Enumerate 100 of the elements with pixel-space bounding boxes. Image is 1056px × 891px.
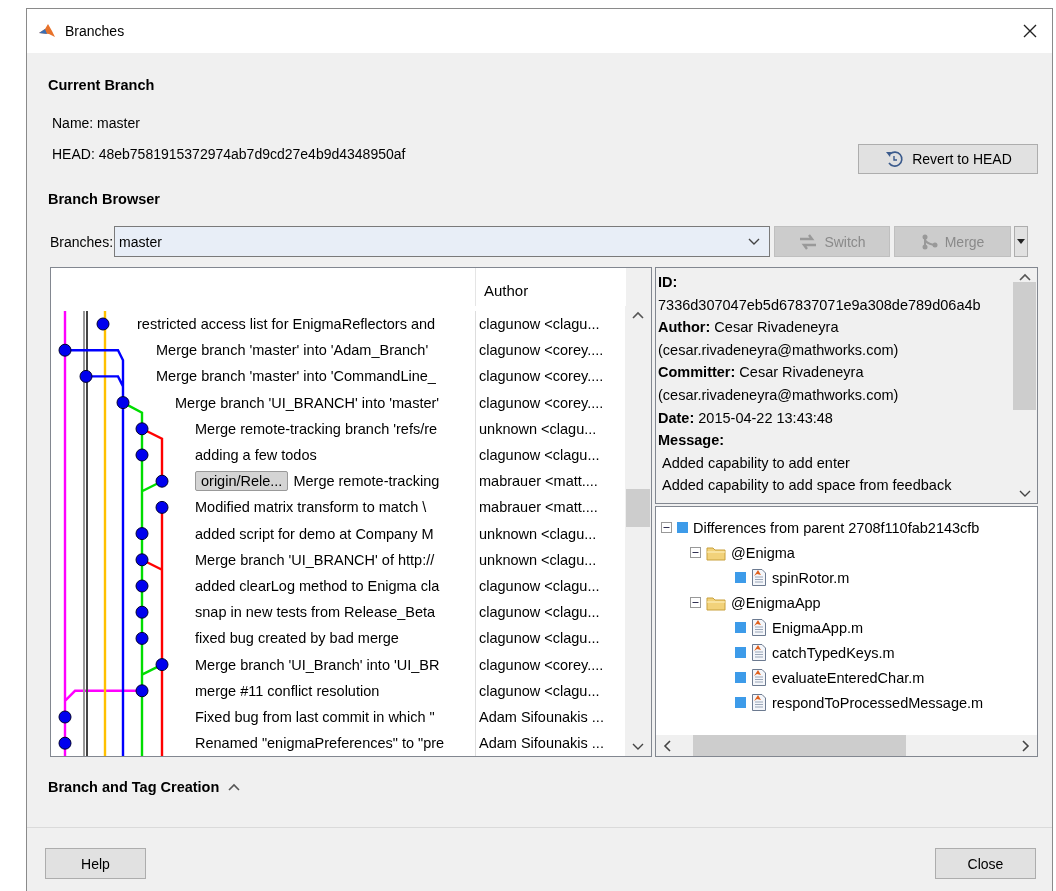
- app-logo-icon: [38, 22, 56, 40]
- close-button[interactable]: Close: [935, 848, 1036, 879]
- branch-tag: origin/Rele...: [195, 471, 289, 492]
- commit-dot: [58, 710, 72, 724]
- file-icon: [751, 643, 767, 662]
- revert-button[interactable]: Revert to HEAD: [858, 144, 1038, 174]
- branches-dropdown[interactable]: master: [114, 226, 771, 257]
- commit-message: added clearLog method to Enigma cla: [195, 577, 440, 594]
- commit-message: Merge remote-tracking branch 'refs/re: [195, 420, 438, 437]
- commit-message: added script for demo at Company M: [195, 525, 434, 542]
- detail-line: (cesar.rivadeneyra@mathworks.com): [658, 385, 900, 405]
- tree-item[interactable]: EnigmaApp.m: [772, 619, 864, 636]
- window-title: Branches: [65, 23, 126, 39]
- field-label: Message:: [658, 431, 726, 451]
- dropdown-button[interactable]: [1014, 226, 1029, 257]
- commit-message-line: Added capability to add space from feedback: [661, 476, 953, 496]
- status-square-icon: [735, 572, 746, 583]
- commit-message: Renamed "enigmaPreferences" to "pre: [195, 735, 445, 752]
- detail-line: (cesar.rivadeneyra@mathworks.com): [658, 340, 900, 360]
- commit-message: Merge branch 'master' into 'CommandLine_: [156, 368, 436, 385]
- commit-dot: [79, 369, 93, 383]
- commit-dot: [135, 527, 149, 541]
- commit-dot: [135, 553, 149, 567]
- commit-message: fixed bug created by bad merge: [195, 630, 399, 647]
- commit-dot: [135, 448, 149, 462]
- scroll-down-icon[interactable]: [1017, 489, 1032, 499]
- detail-line: Committer: Cesar Rivadeneyra: [658, 363, 865, 383]
- tree-item[interactable]: @Enigma: [731, 544, 795, 561]
- collapse-icon[interactable]: [690, 597, 701, 608]
- file-icon: [751, 668, 767, 687]
- commit-message: merge #11 conflict resolution: [195, 682, 380, 699]
- file-icon: [751, 618, 767, 637]
- commit-message: Merge branch 'UI_Branch' into 'UI_BR: [195, 656, 440, 673]
- vertical-scrollbar[interactable]: [625, 306, 651, 756]
- commit-message: restricted access list for EnigmaReflectors and: [137, 316, 436, 333]
- collapse-icon[interactable]: [661, 522, 672, 533]
- caret-icon: [1017, 238, 1026, 245]
- status-square-icon: [735, 622, 746, 633]
- commit-dot: [58, 736, 72, 750]
- status-square-icon: [677, 522, 688, 533]
- tree-item[interactable]: catchTypedKeys.m: [772, 644, 895, 661]
- chevron-down-icon: [747, 236, 762, 247]
- branch-name: Name: master: [51, 114, 141, 133]
- help-button[interactable]: Help: [45, 848, 146, 879]
- close-icon[interactable]: [1022, 23, 1038, 39]
- commit-dot: [155, 658, 169, 672]
- file-icon: [751, 568, 767, 587]
- commit-message: Merge branch 'UI_BRANCH' of http://: [195, 551, 435, 568]
- tree-item[interactable]: respondToProcessedMessage.m: [772, 694, 984, 711]
- status-square-icon: [735, 697, 746, 708]
- horizontal-scrollbar[interactable]: [656, 735, 1037, 756]
- commit-dot: [135, 684, 149, 698]
- commit-dot: [116, 396, 130, 410]
- commit-message: Fixed bug from last commit in which ": [195, 708, 435, 725]
- section-heading: Branch Browser: [48, 190, 161, 209]
- commit-message: Merge branch 'master' into 'Adam_Branch': [156, 342, 429, 359]
- commit-message: Merge remote-tracking: [293, 473, 440, 490]
- detail-line: Author: Cesar Rivadeneyra: [658, 318, 840, 338]
- commit-message-line: Added capability to add enter: [661, 453, 851, 473]
- detail-line: 7336d307047eb5d67837071e9a308de789d06a4b: [658, 295, 982, 315]
- commit-dot: [58, 343, 72, 357]
- tree-item[interactable]: Differences from parent 2708f110fab2143cfb: [693, 519, 980, 536]
- merge-icon: [920, 233, 939, 250]
- chevron-up-icon[interactable]: [227, 782, 242, 792]
- section-heading[interactable]: Branch and Tag Creation: [48, 777, 220, 797]
- section-heading: Current Branch: [48, 76, 156, 95]
- field-label: Branches:: [50, 233, 114, 250]
- commit-message: snap in new tests from Release_Beta: [195, 604, 436, 621]
- scroll-left-icon[interactable]: [662, 738, 672, 753]
- tree-item[interactable]: evaluateEnteredChar.m: [772, 669, 925, 686]
- swap-arrows-icon: [798, 233, 819, 250]
- file-icon: [751, 693, 767, 712]
- collapse-icon[interactable]: [690, 547, 701, 558]
- status-square-icon: [735, 672, 746, 683]
- tree-item[interactable]: @EnigmaApp: [731, 594, 821, 611]
- tree-item[interactable]: spinRotor.m: [772, 569, 850, 586]
- scrollbar-thumb[interactable]: [693, 735, 906, 756]
- scroll-up-icon[interactable]: [1017, 272, 1032, 282]
- commit-dot: [96, 317, 110, 331]
- head-commit: HEAD: 48eb7581915372974ab7d9cd27e4b9d4348950af: [51, 145, 406, 164]
- commit-message: adding a few todos: [195, 447, 317, 464]
- detail-line: Date: 2015-04-22 13:43:48: [658, 408, 834, 428]
- folder-icon: [706, 594, 726, 611]
- scroll-down-icon[interactable]: [631, 742, 645, 752]
- commit-dot: [135, 605, 149, 619]
- header-corner: [626, 268, 651, 306]
- status-square-icon: [735, 647, 746, 658]
- commit-dot: [135, 631, 149, 645]
- commit-dot: [155, 500, 169, 514]
- commit-message: Modified matrix transform to match \: [195, 499, 427, 516]
- scroll-right-icon[interactable]: [1021, 738, 1031, 753]
- scrollbar-thumb[interactable]: [626, 488, 650, 527]
- commit-dot: [135, 579, 149, 593]
- scroll-up-icon[interactable]: [631, 310, 645, 320]
- folder-icon: [706, 544, 726, 561]
- commit-message: Merge branch 'UI_BRANCH' into 'master': [175, 394, 440, 411]
- field-label: ID:: [658, 273, 679, 292]
- scrollbar-thumb[interactable]: [1013, 282, 1036, 411]
- commit-dot: [135, 422, 149, 436]
- commit-dot: [155, 474, 169, 488]
